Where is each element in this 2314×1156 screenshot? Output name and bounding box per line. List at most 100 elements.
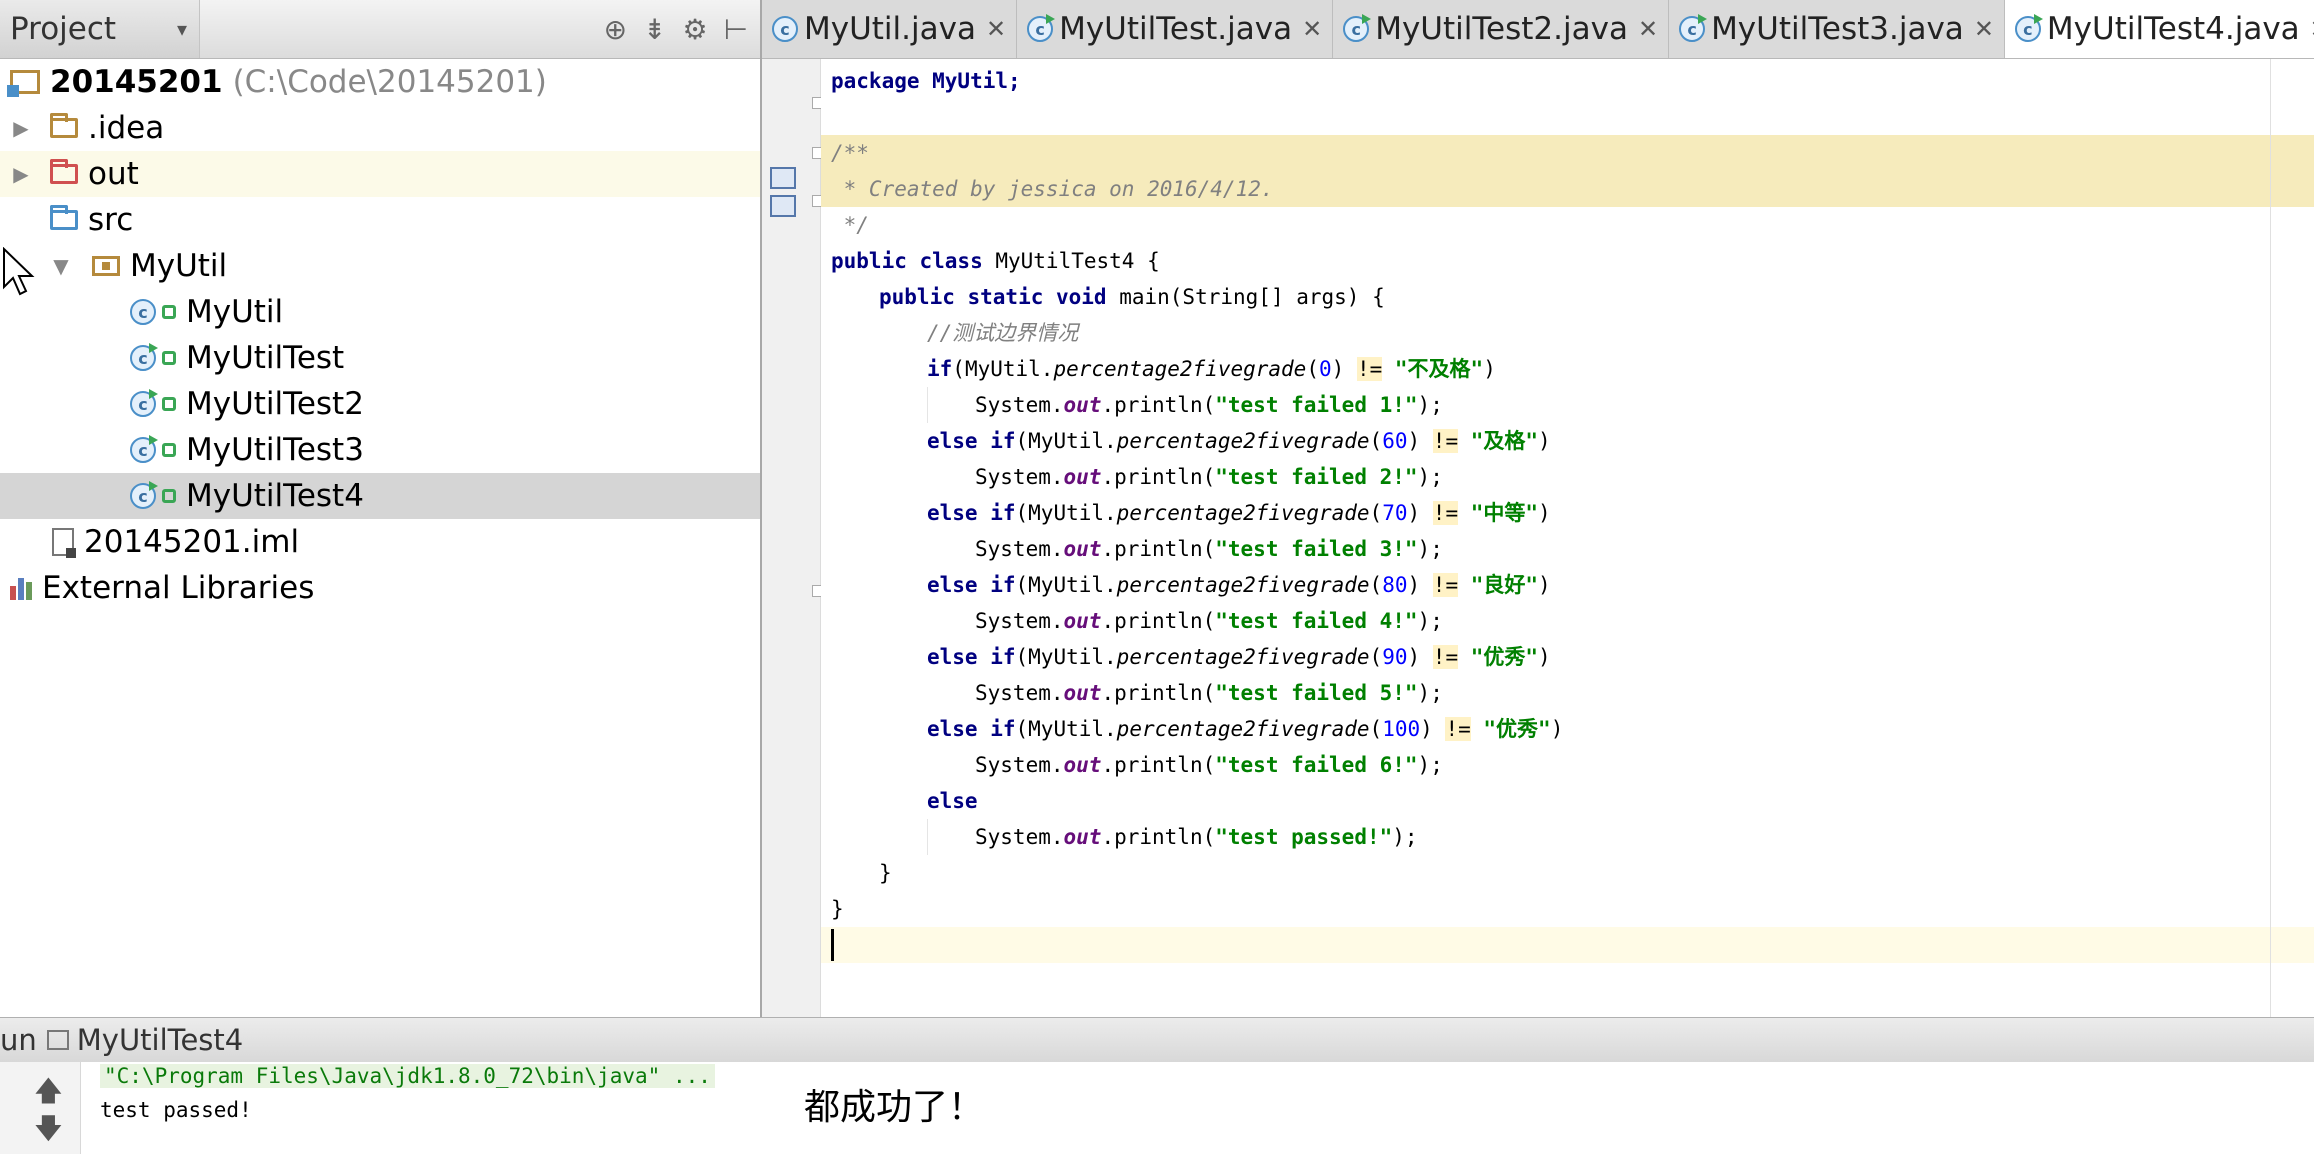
module-file-icon xyxy=(52,528,76,558)
code-line: System.out.println("test passed!"); xyxy=(821,819,2314,855)
code-token: System. xyxy=(975,537,1064,561)
code-line: //测试边界情况 xyxy=(821,315,2314,351)
crosshair-icon[interactable]: ⊕ xyxy=(604,13,627,46)
tree-item-class-myutiltest4[interactable]: c MyUtilTest4 xyxy=(0,473,890,519)
code-line: } xyxy=(821,855,2314,891)
mouse-cursor-icon xyxy=(3,247,35,296)
code-comment: */ xyxy=(831,213,869,237)
tree-item-iml[interactable]: 20145201.iml xyxy=(0,519,812,565)
code-token: ) xyxy=(1538,645,1551,669)
code-token: ); xyxy=(1417,393,1443,417)
code-token: (MyUtil. xyxy=(1015,645,1117,669)
code-token: (MyUtil. xyxy=(952,357,1054,381)
annotation-text: 都成功了！ xyxy=(804,1087,985,1128)
code-line: public class MyUtilTest4 { xyxy=(821,243,2314,279)
run-config-tab[interactable]: MyUtilTest4 xyxy=(77,1023,243,1057)
folder-icon xyxy=(50,113,78,138)
runnable-class-icon: c xyxy=(130,389,158,417)
chevron-down-icon: ▾ xyxy=(176,17,187,41)
lock-icon xyxy=(162,397,176,411)
code-token: .println( xyxy=(1101,537,1216,561)
code-token: ) xyxy=(1538,429,1551,453)
tab-myutiltest4[interactable]: c MyUtilTest4.java ✕ xyxy=(2004,0,2314,58)
tab-myutil[interactable]: c MyUtil.java ✕ xyxy=(762,0,1018,58)
code-number: 0 xyxy=(1318,357,1332,381)
code-line: public static void main(String[] args) { xyxy=(821,279,2314,315)
code-field: out xyxy=(1063,825,1102,849)
code-line: else if(MyUtil.percentage2fivegrade(80) … xyxy=(821,567,2314,603)
gear-icon[interactable]: ⚙ xyxy=(683,13,708,46)
tree-item-class-myutil[interactable]: c MyUtil xyxy=(0,289,890,335)
run-gutter-icon[interactable] xyxy=(770,195,796,217)
library-icon xyxy=(10,576,32,600)
tab-label: MyUtil.java xyxy=(804,11,976,47)
close-icon[interactable]: ✕ xyxy=(2310,15,2314,43)
console-command[interactable]: "C:\Program Files\Java\jdk1.8.0_72\bin\j… xyxy=(100,1064,715,1088)
tree-item-package-myutil[interactable]: ▼ MyUtil xyxy=(0,243,810,289)
code-keyword: else if xyxy=(927,645,1016,669)
run-panel-header: un MyUtilTest4 xyxy=(0,1017,2314,1063)
run-gutter-icon[interactable] xyxy=(770,167,796,189)
code-line: package MyUtil; xyxy=(821,63,2314,99)
code-token: ( xyxy=(1369,717,1383,741)
hide-icon[interactable]: ⊢ xyxy=(724,13,748,46)
code-field: out xyxy=(1063,393,1102,417)
code-token: (MyUtil. xyxy=(1015,717,1117,741)
code-line: System.out.println("test failed 6!"); xyxy=(821,747,2314,783)
code-token: ) xyxy=(1407,501,1433,525)
code-keyword: else if xyxy=(927,429,1016,453)
code-method: percentage2fivegrade xyxy=(1116,501,1370,525)
code-string: "test failed 6!" xyxy=(1215,753,1418,777)
tree-item-class-myutiltest3[interactable]: c MyUtilTest3 xyxy=(0,427,890,473)
run-toolbar: 🡅 🡇 xyxy=(0,1062,81,1154)
tree-item-idea[interactable]: ▶ .idea xyxy=(0,105,770,151)
code-method: percentage2fivegrade xyxy=(1053,357,1307,381)
arrow-down-icon[interactable]: 🡇 xyxy=(34,1108,63,1156)
code-token: ); xyxy=(1417,753,1443,777)
code-token: ) xyxy=(1483,357,1496,381)
code-string: "test failed 4!" xyxy=(1215,609,1418,633)
code-string: "优秀" xyxy=(1483,717,1551,741)
code-keyword: else if xyxy=(927,717,1016,741)
code-line: else xyxy=(821,783,2314,819)
code-token: ( xyxy=(1369,429,1383,453)
run-config-icon xyxy=(46,1030,69,1050)
tab-myutiltest3[interactable]: c MyUtilTest3.java ✕ xyxy=(1669,0,2005,58)
code-line: * Created by jessica on 2016/4/12. xyxy=(821,171,2314,207)
project-folder-icon xyxy=(7,70,40,97)
code-method: percentage2fivegrade xyxy=(1116,645,1370,669)
project-name: 20145201 xyxy=(50,64,223,100)
expand-arrow-icon[interactable]: ▶ xyxy=(10,116,32,140)
code-token: ) xyxy=(1407,645,1433,669)
code-token: ( xyxy=(1369,573,1383,597)
tree-item-external-libraries[interactable]: External Libraries xyxy=(0,565,770,611)
tree-root-project[interactable]: 20145201 (C:\Code\20145201) xyxy=(0,59,770,105)
code-token: ); xyxy=(1392,825,1418,849)
code-token: (MyUtil. xyxy=(1015,429,1117,453)
code-keyword: if xyxy=(927,357,953,381)
lock-icon xyxy=(162,443,176,457)
close-icon[interactable]: ✕ xyxy=(1302,15,1322,43)
code-token: ) xyxy=(1331,357,1357,381)
code-token: ( xyxy=(1369,645,1383,669)
close-icon[interactable]: ✕ xyxy=(1638,15,1658,43)
code-number: 100 xyxy=(1382,717,1421,741)
project-view-selector[interactable]: Project ▾ xyxy=(0,0,200,58)
close-icon[interactable]: ✕ xyxy=(1974,15,1994,43)
code-editor[interactable]: package MyUtil; /** * Created by jessica… xyxy=(821,59,2314,1017)
tree-item-class-myutiltest2[interactable]: c MyUtilTest2 xyxy=(0,381,890,427)
tree-item-out[interactable]: ▶ out xyxy=(0,151,770,197)
tab-myutiltest2[interactable]: c MyUtilTest2.java ✕ xyxy=(1333,0,1670,58)
collapse-arrow-icon[interactable]: ▼ xyxy=(50,254,72,278)
close-icon[interactable]: ✕ xyxy=(986,15,1006,43)
collapse-icon[interactable]: ⇟ xyxy=(643,13,666,46)
expand-arrow-icon[interactable]: ▶ xyxy=(10,162,32,186)
tree-item-class-myutiltest[interactable]: c MyUtilTest xyxy=(0,335,890,381)
code-operator: != xyxy=(1432,573,1459,597)
code-line: else if(MyUtil.percentage2fivegrade(100)… xyxy=(821,711,2314,747)
code-token: ) xyxy=(1407,573,1433,597)
tree-item-src[interactable]: src xyxy=(0,197,770,243)
tab-myutiltest[interactable]: c MyUtilTest.java ✕ xyxy=(1017,0,1334,58)
